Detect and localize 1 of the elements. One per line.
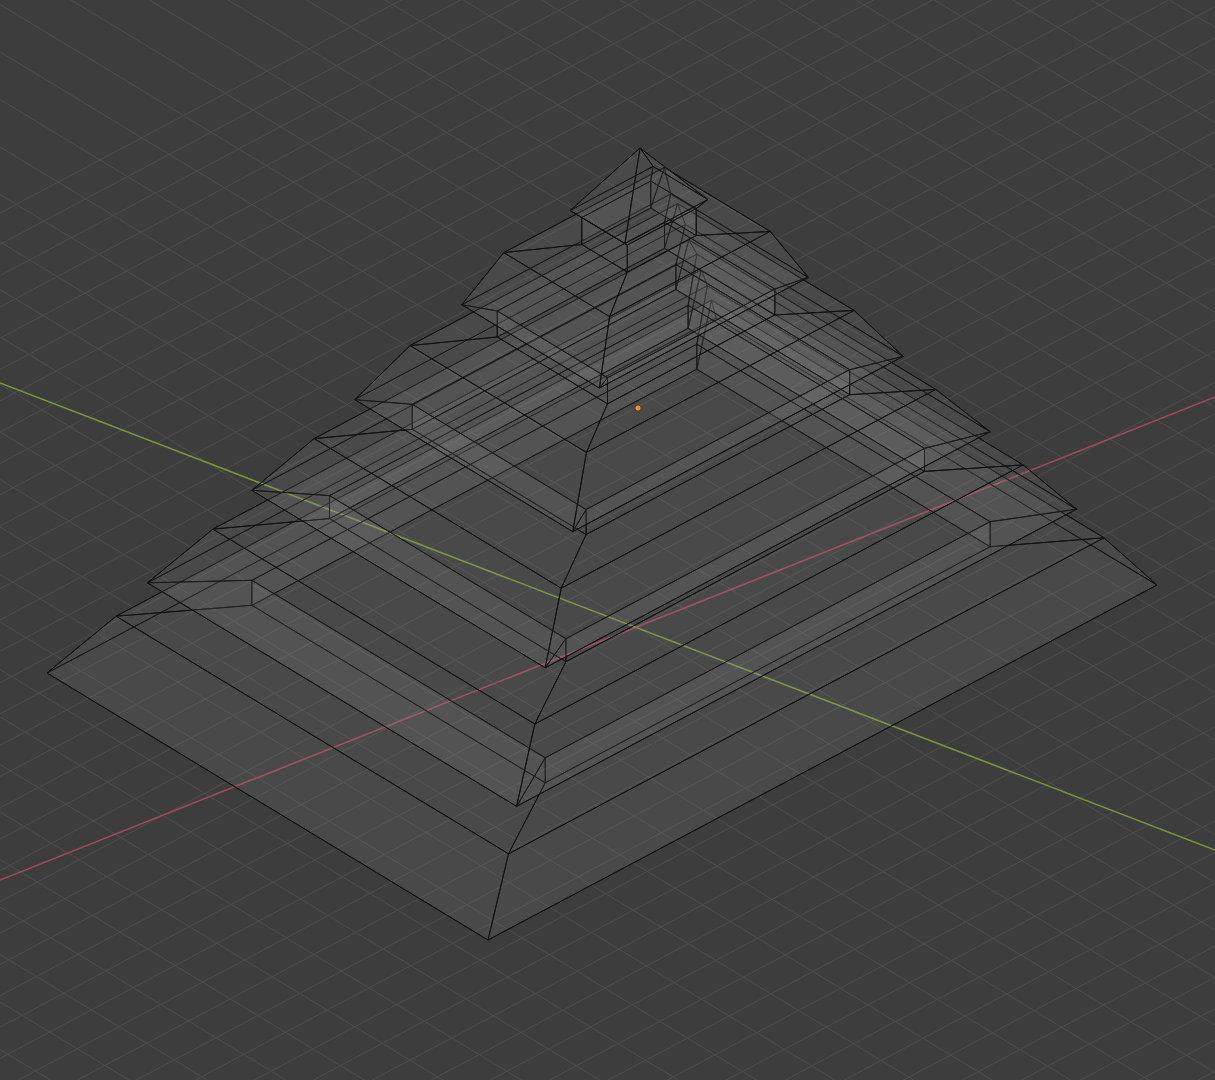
viewport-background[interactable] xyxy=(0,0,1215,1080)
